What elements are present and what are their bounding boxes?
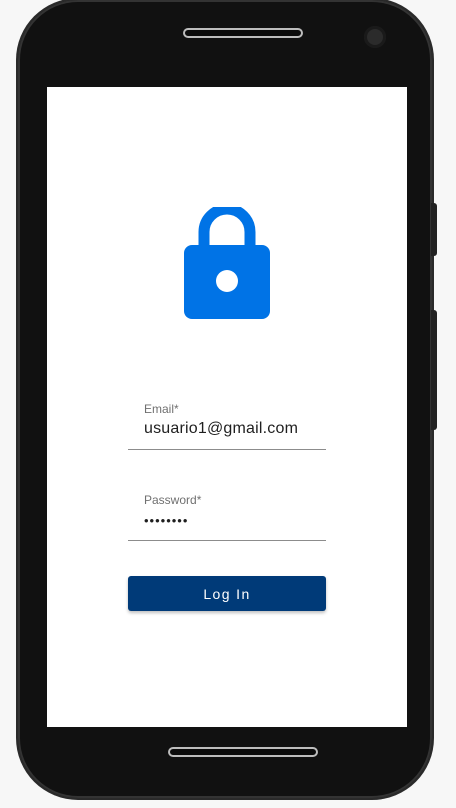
power-button: [431, 203, 437, 256]
lock-icon: [184, 207, 270, 319]
email-label: Email*: [144, 402, 179, 416]
bottom-speaker: [168, 747, 318, 757]
login-button[interactable]: Log In: [128, 576, 326, 611]
password-label: Password*: [144, 493, 202, 507]
app-screen: Email* usuario1@gmail.com Password* ••••…: [47, 87, 407, 727]
password-field[interactable]: Password* ••••••••: [128, 490, 326, 541]
email-field[interactable]: Email* usuario1@gmail.com: [128, 399, 326, 450]
front-camera: [364, 26, 386, 48]
volume-button: [431, 310, 437, 430]
password-input[interactable]: ••••••••: [144, 513, 188, 528]
earpiece-speaker: [183, 28, 303, 38]
email-input[interactable]: usuario1@gmail.com: [144, 420, 298, 438]
